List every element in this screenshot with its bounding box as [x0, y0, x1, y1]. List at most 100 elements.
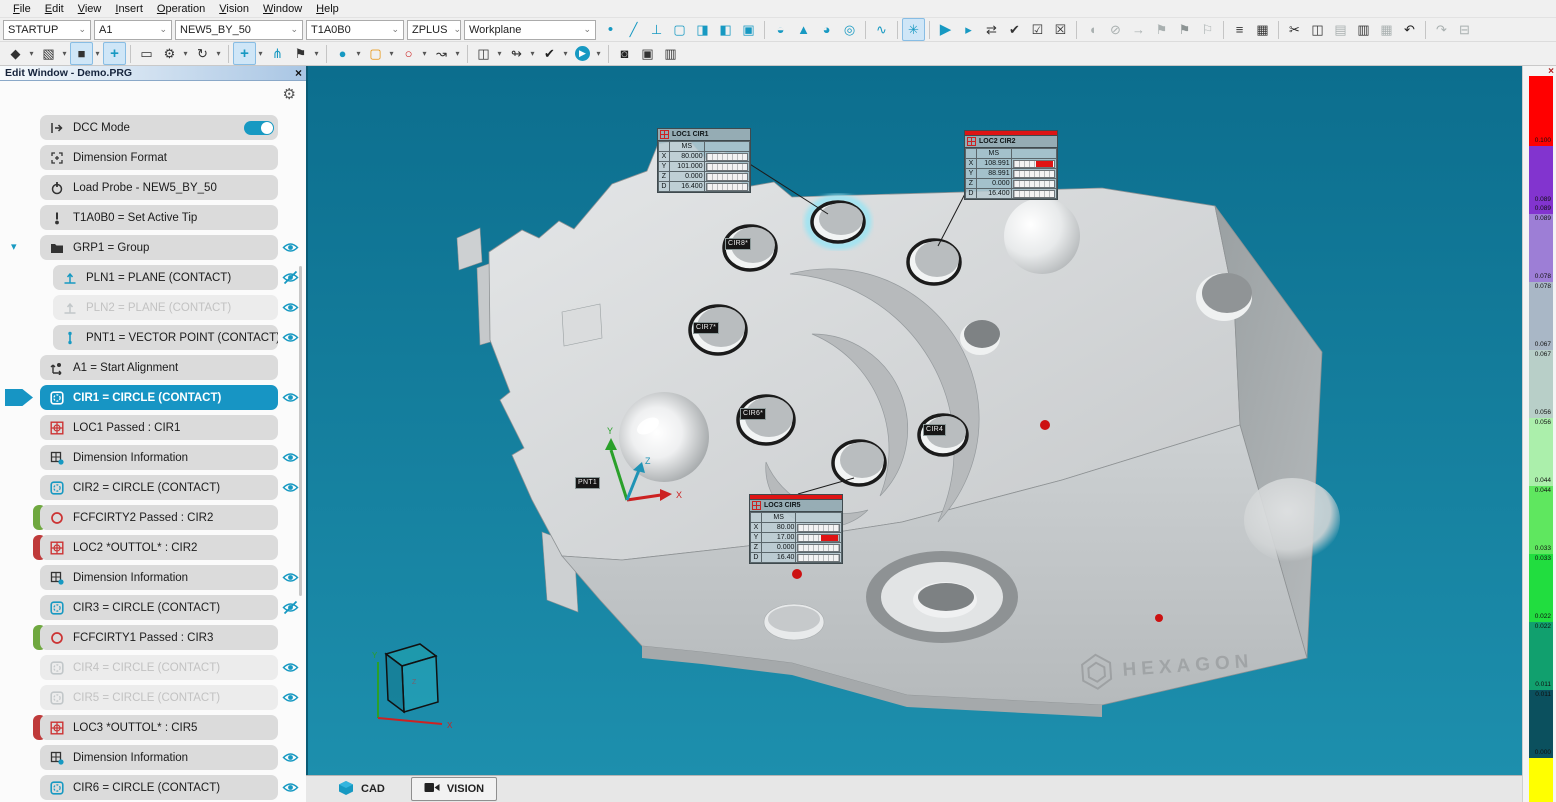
menu-view[interactable]: View: [71, 2, 109, 16]
eye-slash-icon[interactable]: [282, 600, 299, 615]
feature-tag-cir6[interactable]: CIR6*: [740, 408, 766, 420]
eye-icon[interactable]: [282, 690, 299, 705]
sidebar-item[interactable]: CIR3 = CIRCLE (CONTACT): [40, 595, 278, 620]
feature-tag-cir4[interactable]: CIR4: [923, 424, 946, 436]
execute-icon[interactable]: ▶: [934, 18, 957, 41]
edit-window-titlebar[interactable]: Edit Window - Demo.PRG ×: [0, 66, 306, 81]
cylinder-feature-icon[interactable]: ◒: [769, 18, 792, 41]
menu-help[interactable]: Help: [309, 2, 346, 16]
sphere-feature-icon[interactable]: ◕: [815, 18, 838, 41]
hole-cir2[interactable]: [908, 240, 960, 284]
tab-vision[interactable]: VISION: [411, 777, 497, 801]
sidebar-item[interactable]: PLN1 = PLANE (CONTACT): [53, 265, 278, 290]
sidebar-item[interactable]: CIR1 = CIRCLE (CONTACT): [40, 385, 278, 410]
point-feature-icon[interactable]: •: [599, 18, 622, 41]
optimize-settings-icon[interactable]: ⚙: [158, 42, 181, 65]
expand-icon[interactable]: ▾: [11, 240, 17, 253]
sidebar-scrollbar[interactable]: [299, 266, 302, 596]
undo-icon[interactable]: ↶: [1398, 18, 1421, 41]
sidebar-item[interactable]: Load Probe - NEW5_BY_50: [40, 175, 278, 200]
paste-icon[interactable]: ▤: [1329, 18, 1352, 41]
menu-insert[interactable]: Insert: [108, 2, 150, 16]
cone-feature-icon[interactable]: ▲: [792, 18, 815, 41]
collision-detection-dropdown-arrow[interactable]: ▾: [561, 49, 570, 58]
square-slot-feature-icon[interactable]: ◨: [691, 18, 714, 41]
eye-icon[interactable]: [282, 570, 299, 585]
probe-changer-icon[interactable]: ◆: [4, 42, 27, 65]
feature-tag-cir7[interactable]: CIR7*: [693, 322, 719, 334]
sidebar-item[interactable]: FCFCIRTY2 Passed : CIR2: [40, 505, 278, 530]
execute-from-cursor-icon[interactable]: ▸: [957, 18, 980, 41]
sidebar-item[interactable]: FCFCIRTY1 Passed : CIR3: [40, 625, 278, 650]
eye-slash-icon[interactable]: [282, 270, 299, 285]
cad-viewport[interactable]: HEXAGON Y X Z Y X: [306, 66, 1522, 775]
sidebar-item[interactable]: LOC1 Passed : CIR1: [40, 415, 278, 440]
eye-icon[interactable]: [282, 480, 299, 495]
sphere-view-disabled-icon[interactable]: ◖: [1081, 18, 1104, 41]
bookmark-icon[interactable]: ⚑: [1150, 18, 1173, 41]
measurement-path-dropdown-arrow[interactable]: ▾: [453, 49, 462, 58]
line-feature-icon[interactable]: ╱: [622, 18, 645, 41]
sphere-display-dropdown-arrow[interactable]: ▾: [354, 49, 363, 58]
mark-all-icon[interactable]: ✔: [1003, 18, 1026, 41]
sidebar-item[interactable]: A1 = Start Alignment: [40, 355, 278, 380]
sidebar-item[interactable]: CIR4 = CIRCLE (CONTACT): [40, 655, 278, 680]
no-sphere-view-icon[interactable]: ⊘: [1104, 18, 1127, 41]
sidebar-item[interactable]: Dimension Information: [40, 445, 278, 470]
gear-icon[interactable]: ⚙: [283, 85, 296, 103]
verify-program-icon[interactable]: ☑: [1026, 18, 1049, 41]
sidebar-item[interactable]: DCC Mode: [40, 115, 278, 140]
translate-view-dropdown-arrow[interactable]: ▾: [256, 49, 265, 58]
curve-feature-icon[interactable]: ∿: [870, 18, 893, 41]
hole-cir5[interactable]: [833, 441, 885, 485]
feature-list-dropdown-arrow[interactable]: ▾: [312, 49, 321, 58]
dim-label-loc1[interactable]: LOC1 CIR1MSX80.000Y101.000Z0.000D16.400: [657, 128, 751, 193]
sidebar-item[interactable]: T1A0B0 = Set Active Tip: [40, 205, 278, 230]
comment-icon[interactable]: ▭: [135, 42, 158, 65]
sphere-display-icon[interactable]: ●: [331, 42, 354, 65]
menu-vision[interactable]: Vision: [212, 2, 256, 16]
dropdown-probe-file[interactable]: NEW5_BY_50⌄: [175, 20, 303, 40]
execute-program-icon[interactable]: ▶: [571, 42, 594, 65]
circle-display-dropdown-arrow[interactable]: ▾: [420, 49, 429, 58]
menu-window[interactable]: Window: [256, 2, 309, 16]
dropdown-active-alignment[interactable]: A1⌄: [94, 20, 172, 40]
round-slot-feature-icon[interactable]: ▢: [668, 18, 691, 41]
dim-label-loc3[interactable]: LOC3 CIR5MSX80.00Y17.00Z0.000D16.40: [749, 494, 843, 564]
hole-cir6[interactable]: [738, 396, 794, 444]
wireframe-view-dropdown-arrow[interactable]: ▾: [60, 49, 69, 58]
wireframe-view-icon[interactable]: ▧: [37, 42, 60, 65]
close-icon[interactable]: ×: [295, 66, 302, 80]
sidebar-item[interactable]: PNT1 = VECTOR POINT (CONTACT): [53, 325, 278, 350]
snapshot-icon[interactable]: ◙: [613, 42, 636, 65]
eye-icon[interactable]: [282, 750, 299, 765]
eye-icon[interactable]: [282, 660, 299, 675]
sidebar-item[interactable]: LOC2 *OUTTOL* : CIR2: [40, 535, 278, 560]
sidebar-item[interactable]: LOC3 *OUTTOL* : CIR5: [40, 715, 278, 740]
path-optimization-dropdown-arrow[interactable]: ▾: [528, 49, 537, 58]
eye-icon[interactable]: [282, 450, 299, 465]
execute-program-dropdown-arrow[interactable]: ▾: [594, 49, 603, 58]
plane-feature-icon[interactable]: ⊥: [645, 18, 668, 41]
summary-mode-icon[interactable]: ≡: [1228, 18, 1251, 41]
loop-icon[interactable]: ⇄: [980, 18, 1003, 41]
menu-edit[interactable]: Edit: [38, 2, 71, 16]
rotate-view-icon[interactable]: ↻: [191, 42, 214, 65]
dropdown-workplane[interactable]: Workplane⌄: [464, 20, 596, 40]
eye-icon[interactable]: [282, 390, 299, 405]
feature-tag-cir8[interactable]: CIR8*: [725, 238, 751, 250]
notch-feature-icon[interactable]: ◧: [714, 18, 737, 41]
feature-tag-pnt1[interactable]: PNT1: [575, 477, 600, 489]
sidebar-item[interactable]: GRP1 = Group: [40, 235, 278, 260]
rotate-view-dropdown-arrow[interactable]: ▾: [214, 49, 223, 58]
redo-icon[interactable]: ↷: [1430, 18, 1453, 41]
solid-view-dropdown-arrow[interactable]: ▾: [93, 49, 102, 58]
sidebar-item[interactable]: Dimension Information: [40, 565, 278, 590]
sidebar-item[interactable]: CIR5 = CIRCLE (CONTACT): [40, 685, 278, 710]
graphic-window-icon[interactable]: ▥: [659, 42, 682, 65]
menu-file[interactable]: File: [6, 2, 38, 16]
bookmark-add-icon[interactable]: ⚑: [1173, 18, 1196, 41]
sidebar-item[interactable]: Dimension Format: [40, 145, 278, 170]
eye-icon[interactable]: [282, 300, 299, 315]
dropdown-active-tip[interactable]: T1A0B0⌄: [306, 20, 404, 40]
